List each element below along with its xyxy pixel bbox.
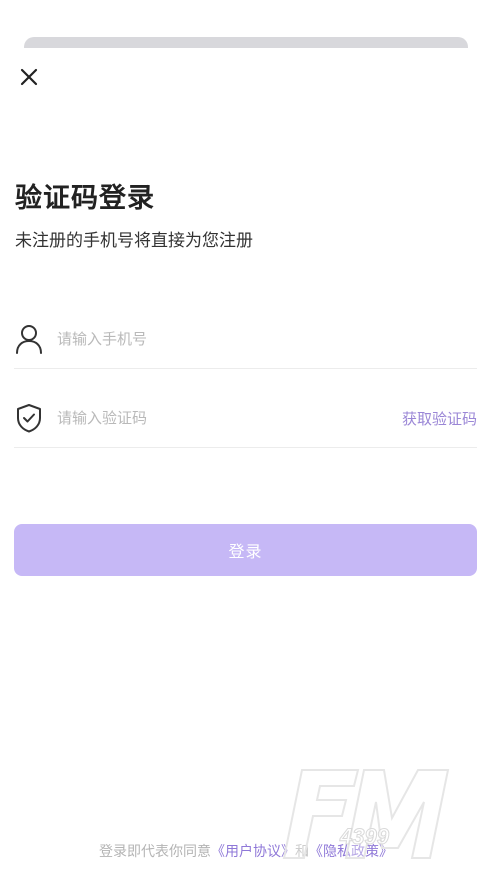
agreement-text: 登录即代表你同意《用户协议》和《隐私政策》: [0, 841, 492, 861]
code-field: 获取验证码: [14, 389, 477, 448]
privacy-policy-link[interactable]: 《隐私政策》: [309, 844, 393, 860]
shield-check-icon: [14, 403, 44, 433]
close-icon: [20, 68, 38, 86]
login-sheet: [0, 48, 492, 878]
page-title: 验证码登录: [15, 183, 155, 214]
verification-code-input[interactable]: [57, 409, 394, 427]
phone-input[interactable]: [57, 330, 477, 348]
user-agreement-link[interactable]: 《用户协议》: [211, 844, 295, 860]
page-subtitle: 未注册的手机号将直接为您注册: [15, 231, 253, 251]
phone-field: [14, 310, 477, 369]
agreement-conjunction: 和: [295, 844, 309, 860]
agreement-prefix: 登录即代表你同意: [99, 844, 211, 860]
close-button[interactable]: [14, 62, 44, 92]
get-code-button[interactable]: 获取验证码: [402, 408, 477, 429]
user-icon: [14, 324, 44, 354]
login-button[interactable]: 登录: [14, 524, 477, 576]
